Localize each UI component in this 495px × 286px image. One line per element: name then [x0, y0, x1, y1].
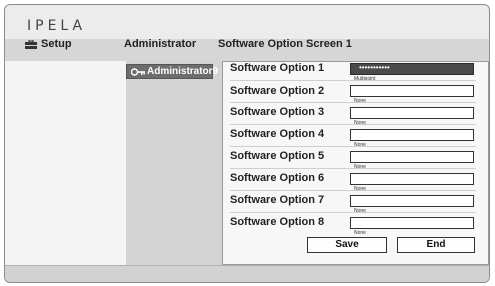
- end-button[interactable]: End: [397, 237, 475, 253]
- option-7-status: None: [354, 208, 366, 214]
- row-divider: [230, 146, 476, 147]
- option-4-field[interactable]: [350, 129, 474, 141]
- page-title: Software Option Screen 1: [218, 38, 352, 50]
- key-icon: [131, 68, 145, 76]
- option-7-field[interactable]: [350, 195, 474, 207]
- save-button[interactable]: Save: [307, 237, 387, 253]
- option-2-field[interactable]: [350, 85, 474, 97]
- breadcrumb-administrator[interactable]: Administrator: [124, 38, 196, 50]
- middle-pane: [126, 61, 222, 265]
- option-3-status: None: [354, 120, 366, 126]
- option-4-label: Software Option 4: [230, 128, 325, 140]
- row-divider: [230, 80, 476, 81]
- row-divider: [230, 124, 476, 125]
- option-6-status: None: [354, 186, 366, 192]
- option-3-label: Software Option 3: [230, 106, 325, 118]
- toolbox-icon: [25, 40, 37, 49]
- brand-logo: IPELA: [27, 18, 87, 34]
- option-1-status: Multipoint: [354, 76, 376, 82]
- option-2-status: None: [354, 98, 366, 104]
- option-1-value: •••••••••••: [359, 63, 390, 72]
- administrator-button-label: Administrator9: [147, 66, 219, 77]
- option-2-label: Software Option 2: [230, 85, 325, 97]
- row-divider: [230, 168, 476, 169]
- option-4-status: None: [354, 142, 366, 148]
- administrator-button[interactable]: Administrator9: [126, 64, 218, 79]
- row-divider: [230, 212, 476, 213]
- option-8-label: Software Option 8: [230, 216, 325, 228]
- option-5-label: Software Option 5: [230, 150, 325, 162]
- row-divider: [230, 102, 476, 103]
- option-6-label: Software Option 6: [230, 172, 325, 184]
- option-7-label: Software Option 7: [230, 194, 325, 206]
- option-5-status: None: [354, 164, 366, 170]
- option-1-label: Software Option 1: [230, 62, 325, 74]
- option-1-field[interactable]: •••••••••••: [350, 63, 474, 75]
- row-divider: [230, 190, 476, 191]
- option-6-field[interactable]: [350, 173, 474, 185]
- option-8-field[interactable]: [350, 217, 474, 229]
- option-5-field[interactable]: [350, 151, 474, 163]
- setup-menu[interactable]: Setup: [41, 38, 72, 50]
- option-3-field[interactable]: [350, 107, 474, 119]
- option-8-status: None: [354, 230, 366, 236]
- left-pane: [5, 61, 126, 265]
- footer-bar: [5, 265, 489, 282]
